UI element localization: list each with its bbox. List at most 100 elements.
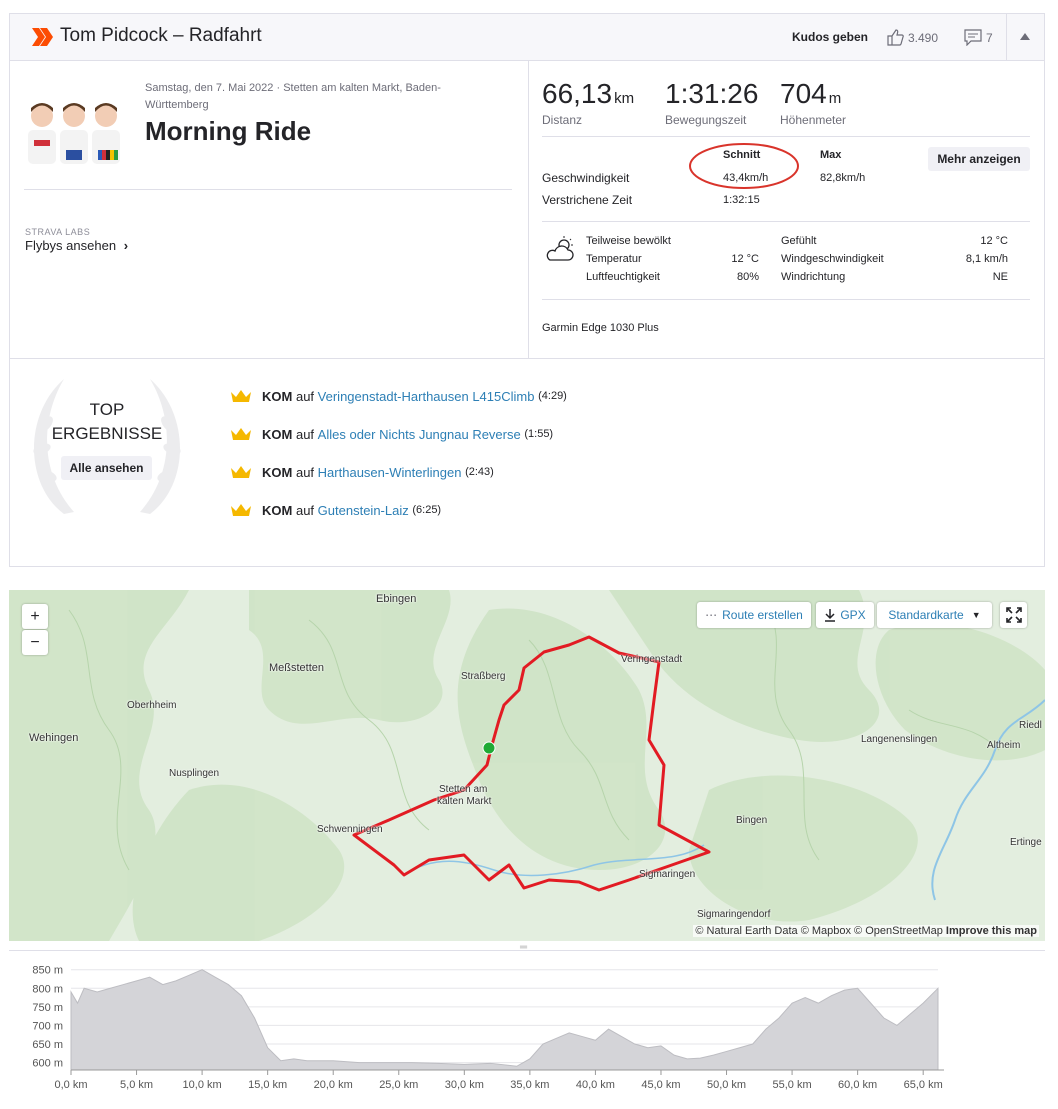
feels-value: 12 °C <box>980 235 1008 247</box>
place-label: Schwenningen <box>317 824 383 835</box>
caret-down-icon: ▼ <box>971 610 981 620</box>
y-tick-label: 650 m <box>32 1039 63 1051</box>
place-label: Ertinge <box>1010 837 1042 848</box>
resize-handle-icon[interactable]: ═ <box>520 942 527 953</box>
kom-item: KOM auf Alles oder Nichts Jungnau Revers… <box>230 423 553 445</box>
activity-chevron-icon <box>32 28 53 46</box>
x-tick-label: 45,0 km <box>641 1079 680 1091</box>
fullscreen-icon <box>1005 607 1022 623</box>
x-tick-label: 30,0 km <box>445 1079 484 1091</box>
temp-label: Temperatur <box>586 253 642 265</box>
header-divider <box>1006 14 1007 60</box>
y-tick-label: 600 m <box>32 1058 63 1070</box>
flybys-label: Flybys ansehen <box>25 238 117 253</box>
attribution-text: © Natural Earth Data © Mapbox © OpenStre… <box>695 925 943 937</box>
wind-dir-label: Windrichtung <box>781 271 846 283</box>
y-tick-label: 750 m <box>32 1002 63 1014</box>
divider <box>9 950 1045 951</box>
fullscreen-button[interactable] <box>1000 602 1027 628</box>
x-tick-label: 10,0 km <box>183 1079 222 1091</box>
start-marker <box>482 741 496 755</box>
y-tick-label: 700 m <box>32 1020 63 1032</box>
elevation-chart[interactable]: 850 m 800 m 750 m 700 m 650 m 600 m 0,0 km 5,0 … <box>9 960 1045 1100</box>
place-label: Straßberg <box>461 671 506 682</box>
more-button[interactable]: Mehr anzeigen <box>928 147 1030 171</box>
max-header: Max <box>820 149 842 161</box>
x-tick-label: 35,0 km <box>510 1079 549 1091</box>
humidity-label: Luftfeuchtigkeit <box>586 271 660 283</box>
gpx-label: GPX <box>840 608 866 622</box>
kudos-button[interactable]: Kudos geben <box>792 30 868 44</box>
weather-condition: Teilweise bewölkt <box>586 235 671 247</box>
gpx-button[interactable]: GPX <box>816 602 874 628</box>
x-tick-label: 50,0 km <box>707 1079 746 1091</box>
comment-icon[interactable] <box>964 29 982 46</box>
create-route-button[interactable]: ⋯ Route erstellen <box>697 602 811 628</box>
kom-badge: KOM <box>262 464 293 480</box>
segment-link[interactable]: Gutenstein-Laiz <box>318 503 409 518</box>
x-tick-label: 25,0 km <box>379 1079 418 1091</box>
map-type-select[interactable]: Standardkarte ▼ <box>877 602 992 628</box>
download-icon <box>825 608 836 622</box>
map-type-label: Standardkarte <box>888 608 964 622</box>
y-tick-label: 800 m <box>32 983 63 995</box>
stat-elevation-value: 704 <box>780 78 827 109</box>
place-label: Sigmaringen <box>639 869 696 880</box>
x-tick-label: 65,0 km <box>904 1079 943 1091</box>
top-results-title-line2: ERGEBNISSE <box>51 424 163 443</box>
divider <box>542 221 1030 222</box>
map-terrain <box>9 590 1045 941</box>
chevron-right-icon: › <box>123 238 129 253</box>
place-label: Stetten am <box>439 784 488 795</box>
x-tick-label: 0,0 km <box>54 1079 87 1091</box>
route-icon: ⋯ <box>705 608 718 622</box>
athlete-avatar-image <box>28 103 120 164</box>
segment-link[interactable]: Harthausen-Winterlingen <box>318 465 462 480</box>
kom-on: auf <box>295 426 315 442</box>
x-tick-label: 20,0 km <box>314 1079 353 1091</box>
elapsed-value: 1:32:15 <box>723 194 760 206</box>
top-results-title-line1: TOP <box>89 400 125 419</box>
zoom-out-button[interactable]: − <box>22 630 48 655</box>
activity-card: Tom Pidcock – Radfahrt Kudos geben 3.490… <box>9 13 1045 567</box>
device-name: Garmin Edge 1030 Plus <box>542 322 659 334</box>
x-tick-label: 40,0 km <box>576 1079 615 1091</box>
column-divider <box>528 61 529 358</box>
elevation-area <box>70 969 939 1071</box>
all-results-button[interactable]: Alle ansehen <box>61 456 152 480</box>
temp-value: 12 °C <box>731 253 759 265</box>
stat-moving-time-label: Bewegungszeit <box>665 113 747 127</box>
kom-on: auf <box>295 464 315 480</box>
wind-speed-label: Windgeschwindigkeit <box>781 253 884 265</box>
crown-icon <box>231 428 251 440</box>
x-tick-label: 5,0 km <box>120 1079 153 1091</box>
zoom-in-button[interactable]: + <box>22 604 48 629</box>
elapsed-label: Verstrichene Zeit <box>542 193 633 207</box>
stat-moving-time: 1:31:26 <box>665 78 759 109</box>
x-tick-label: 55,0 km <box>773 1079 812 1091</box>
place-label: Wehingen <box>29 732 79 744</box>
map-attribution: © Natural Earth Data © Mapbox © OpenStre… <box>693 925 1039 937</box>
segment-link[interactable]: Veringenstadt-Harthausen L415Climb <box>318 389 535 404</box>
section-divider <box>10 358 1044 359</box>
activity-title: Tom Pidcock – Radfahrt <box>60 25 262 46</box>
athlete-avatar[interactable] <box>24 96 124 168</box>
speed-label: Geschwindigkeit <box>542 171 630 185</box>
place-label: Ebingen <box>376 593 417 605</box>
improve-map-link[interactable]: Improve this map <box>946 925 1037 937</box>
segment-link[interactable]: Alles oder Nichts Jungnau Reverse <box>318 427 521 442</box>
activity-date-location: Samstag, den 7. Mai 2022 · Stetten am ka… <box>145 82 441 111</box>
route-map[interactable]: Ebingen Meßstetten Straßberg Veringensta… <box>9 590 1045 941</box>
crown-icon <box>231 390 251 402</box>
collapse-icon[interactable] <box>1020 33 1030 40</box>
thumbs-up-icon[interactable] <box>886 28 904 46</box>
segment-time: (6:25) <box>412 504 442 516</box>
x-tick-label: 15,0 km <box>248 1079 287 1091</box>
flybys-link[interactable]: Flybys ansehen › <box>25 238 128 253</box>
labs-label: STRAVA LABS <box>25 227 91 237</box>
comments-count: 7 <box>986 31 993 45</box>
humidity-value: 80% <box>736 271 759 283</box>
place-label: Riedl <box>1019 720 1042 731</box>
place-label: Langenenslingen <box>861 734 938 745</box>
stat-elevation-unit: m <box>828 90 842 107</box>
